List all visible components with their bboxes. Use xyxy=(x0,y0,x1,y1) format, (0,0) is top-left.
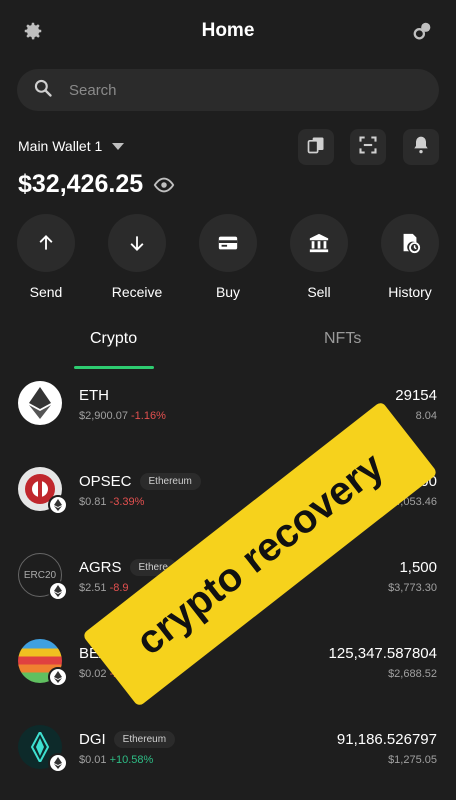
sell-label: Sell xyxy=(307,284,331,300)
asset-amount: 29154 xyxy=(395,387,437,404)
history-button[interactable]: History xyxy=(370,214,450,300)
eth-coin-icon xyxy=(18,381,62,425)
ethereum-chain-icon xyxy=(48,581,68,601)
asset-price-row: $0.81 -3.39% xyxy=(79,496,144,508)
asset-row-dgi[interactable]: DGI Ethereum $0.01 +10.58% 91,186.526797 … xyxy=(0,725,456,785)
copy-address-button[interactable] xyxy=(298,129,334,165)
asset-price: $2.51 xyxy=(79,582,107,594)
asset-price-row: $0.01 +10.58% xyxy=(79,754,153,766)
tab-crypto[interactable]: Crypto xyxy=(90,330,137,348)
asset-change: -1.16% xyxy=(131,410,166,422)
ethereum-chain-icon xyxy=(48,753,68,773)
send-button[interactable]: Send xyxy=(6,214,86,300)
copy-icon xyxy=(306,135,326,160)
search-bar[interactable] xyxy=(17,69,439,111)
asset-symbol: ETH xyxy=(79,387,109,404)
asset-amount: 91,186.526797 xyxy=(336,731,437,748)
send-label: Send xyxy=(29,284,63,300)
asset-amount: 1,500 xyxy=(399,559,437,576)
asset-change: +10.58% xyxy=(109,754,154,766)
bell-icon xyxy=(411,135,431,160)
arrow-up-icon xyxy=(17,214,75,272)
receive-button[interactable]: Receive xyxy=(97,214,177,300)
notifications-button[interactable] xyxy=(403,129,439,165)
asset-price: $0.01 xyxy=(79,754,107,766)
asset-price: $2,900.07 xyxy=(79,410,128,422)
tab-nfts[interactable]: NFTs xyxy=(324,330,361,348)
card-icon xyxy=(199,214,257,272)
buy-label: Buy xyxy=(215,284,241,300)
balance-row: $32,426.25 xyxy=(18,170,175,199)
arrow-down-icon xyxy=(108,214,166,272)
asset-change: -3.39% xyxy=(109,496,145,508)
wallet-balance: $32,426.25 xyxy=(18,170,144,198)
asset-fiat: $3,773.30 xyxy=(388,582,437,594)
top-bar: Home xyxy=(0,0,456,62)
asset-price: $0.81 xyxy=(79,496,107,508)
asset-change: -8.9 xyxy=(109,582,129,594)
asset-symbol: OPSEC xyxy=(79,473,132,490)
quick-actions: Send Receive Buy Sell History xyxy=(0,214,456,304)
wallet-selector[interactable]: Main Wallet 1 xyxy=(18,138,125,154)
asset-fiat: $1,275.05 xyxy=(388,754,437,766)
ethereum-chain-icon xyxy=(48,495,68,515)
history-icon xyxy=(381,214,439,272)
asset-symbol: AGRS xyxy=(79,559,122,576)
asset-amount: 125,347.587804 xyxy=(328,645,437,662)
scan-button[interactable] xyxy=(350,129,386,165)
asset-fiat: $2,688.52 xyxy=(388,668,437,680)
asset-price: $0.02 xyxy=(79,668,107,680)
wallet-name: Main Wallet 1 xyxy=(18,138,103,154)
connect-icon[interactable] xyxy=(410,18,436,44)
asset-name: DGI Ethereum xyxy=(79,731,176,748)
asset-tabs: Crypto NFTs xyxy=(0,330,456,370)
network-tag: Ethereum xyxy=(113,731,176,748)
sell-button[interactable]: Sell xyxy=(279,214,359,300)
network-tag: Ethereum xyxy=(139,473,201,490)
ethereum-chain-icon xyxy=(48,667,68,687)
asset-fiat: 8.04 xyxy=(415,410,437,422)
history-label: History xyxy=(388,284,432,300)
asset-price-row: $2,900.07 -1.16% xyxy=(79,410,166,422)
asset-price-row: $2.51 -8.9 xyxy=(79,582,129,594)
search-input[interactable] xyxy=(69,81,369,99)
asset-row-bea[interactable]: BEAeum $0.02 -2.5% 125,347.587804 $2,688… xyxy=(0,639,456,699)
caret-down-icon xyxy=(112,138,125,154)
eye-icon[interactable] xyxy=(153,177,175,193)
search-icon xyxy=(33,78,53,103)
asset-name: OPSEC Ethereum xyxy=(79,473,201,490)
bank-icon xyxy=(290,214,348,272)
asset-name: ETH xyxy=(79,387,109,404)
page-title: Home xyxy=(201,20,255,41)
scan-icon xyxy=(358,135,378,160)
asset-symbol: DGI xyxy=(79,731,106,748)
active-tab-indicator xyxy=(74,366,154,369)
buy-button[interactable]: Buy xyxy=(188,214,268,300)
receive-label: Receive xyxy=(111,284,163,300)
